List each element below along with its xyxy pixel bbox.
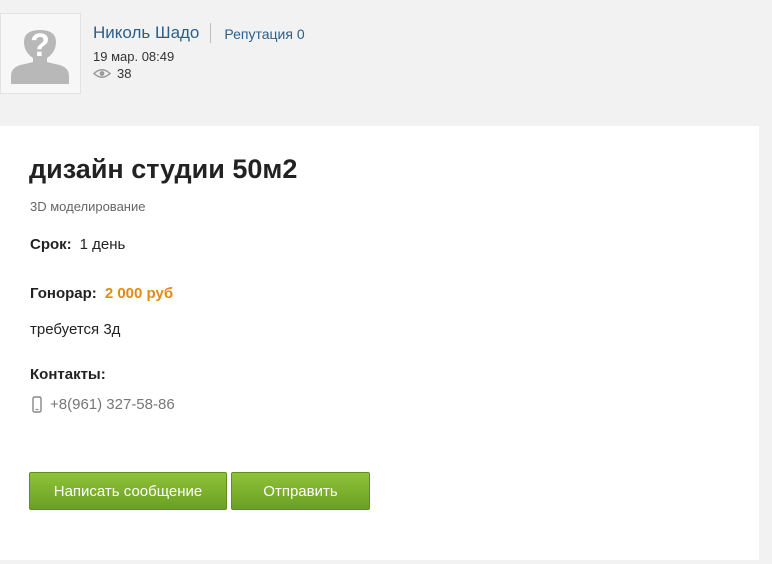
- write-message-button[interactable]: Написать сообщение: [29, 472, 227, 510]
- eye-icon: [93, 69, 111, 78]
- order-card: дизайн студии 50м2 3D моделирование Срок…: [0, 126, 759, 560]
- fee-row: Гонорар: 2 000 руб: [30, 285, 173, 302]
- views-value: 38: [117, 66, 132, 81]
- views-count: 38: [93, 66, 305, 81]
- description-text: требуется 3д: [30, 321, 121, 338]
- fee-value: 2 000 руб: [104, 285, 174, 302]
- avatar[interactable]: ?: [0, 13, 81, 94]
- fee-label: Гонорар:: [30, 285, 97, 302]
- contacts-label: Контакты:: [30, 366, 106, 383]
- svg-text:?: ?: [30, 27, 50, 63]
- term-label: Срок:: [30, 236, 72, 253]
- divider: [210, 23, 212, 43]
- description: требуется 3д: [30, 321, 120, 338]
- post-date: 19 мар. 08:49: [93, 49, 175, 64]
- reputation-link[interactable]: Репутация 0: [224, 26, 304, 42]
- contacts-heading: Контакты:: [30, 366, 114, 383]
- phone-icon: [32, 396, 42, 413]
- send-button[interactable]: Отправить: [231, 472, 370, 510]
- phone-number[interactable]: +8(961) 327-58-86: [50, 396, 175, 413]
- author-name-link[interactable]: Николь Шадо: [93, 23, 199, 43]
- page-title: дизайн студии 50м2: [29, 154, 298, 184]
- avatar-placeholder-icon: ?: [11, 27, 69, 84]
- author-info: Николь Шадо Репутация 0 19 мар. 08:49 38: [93, 22, 305, 81]
- term-value: 1 день: [79, 236, 126, 253]
- category-label: 3D моделирование: [30, 199, 146, 214]
- term-row: Срок: 1 день: [30, 236, 125, 253]
- phone-row: +8(961) 327-58-86: [32, 396, 175, 413]
